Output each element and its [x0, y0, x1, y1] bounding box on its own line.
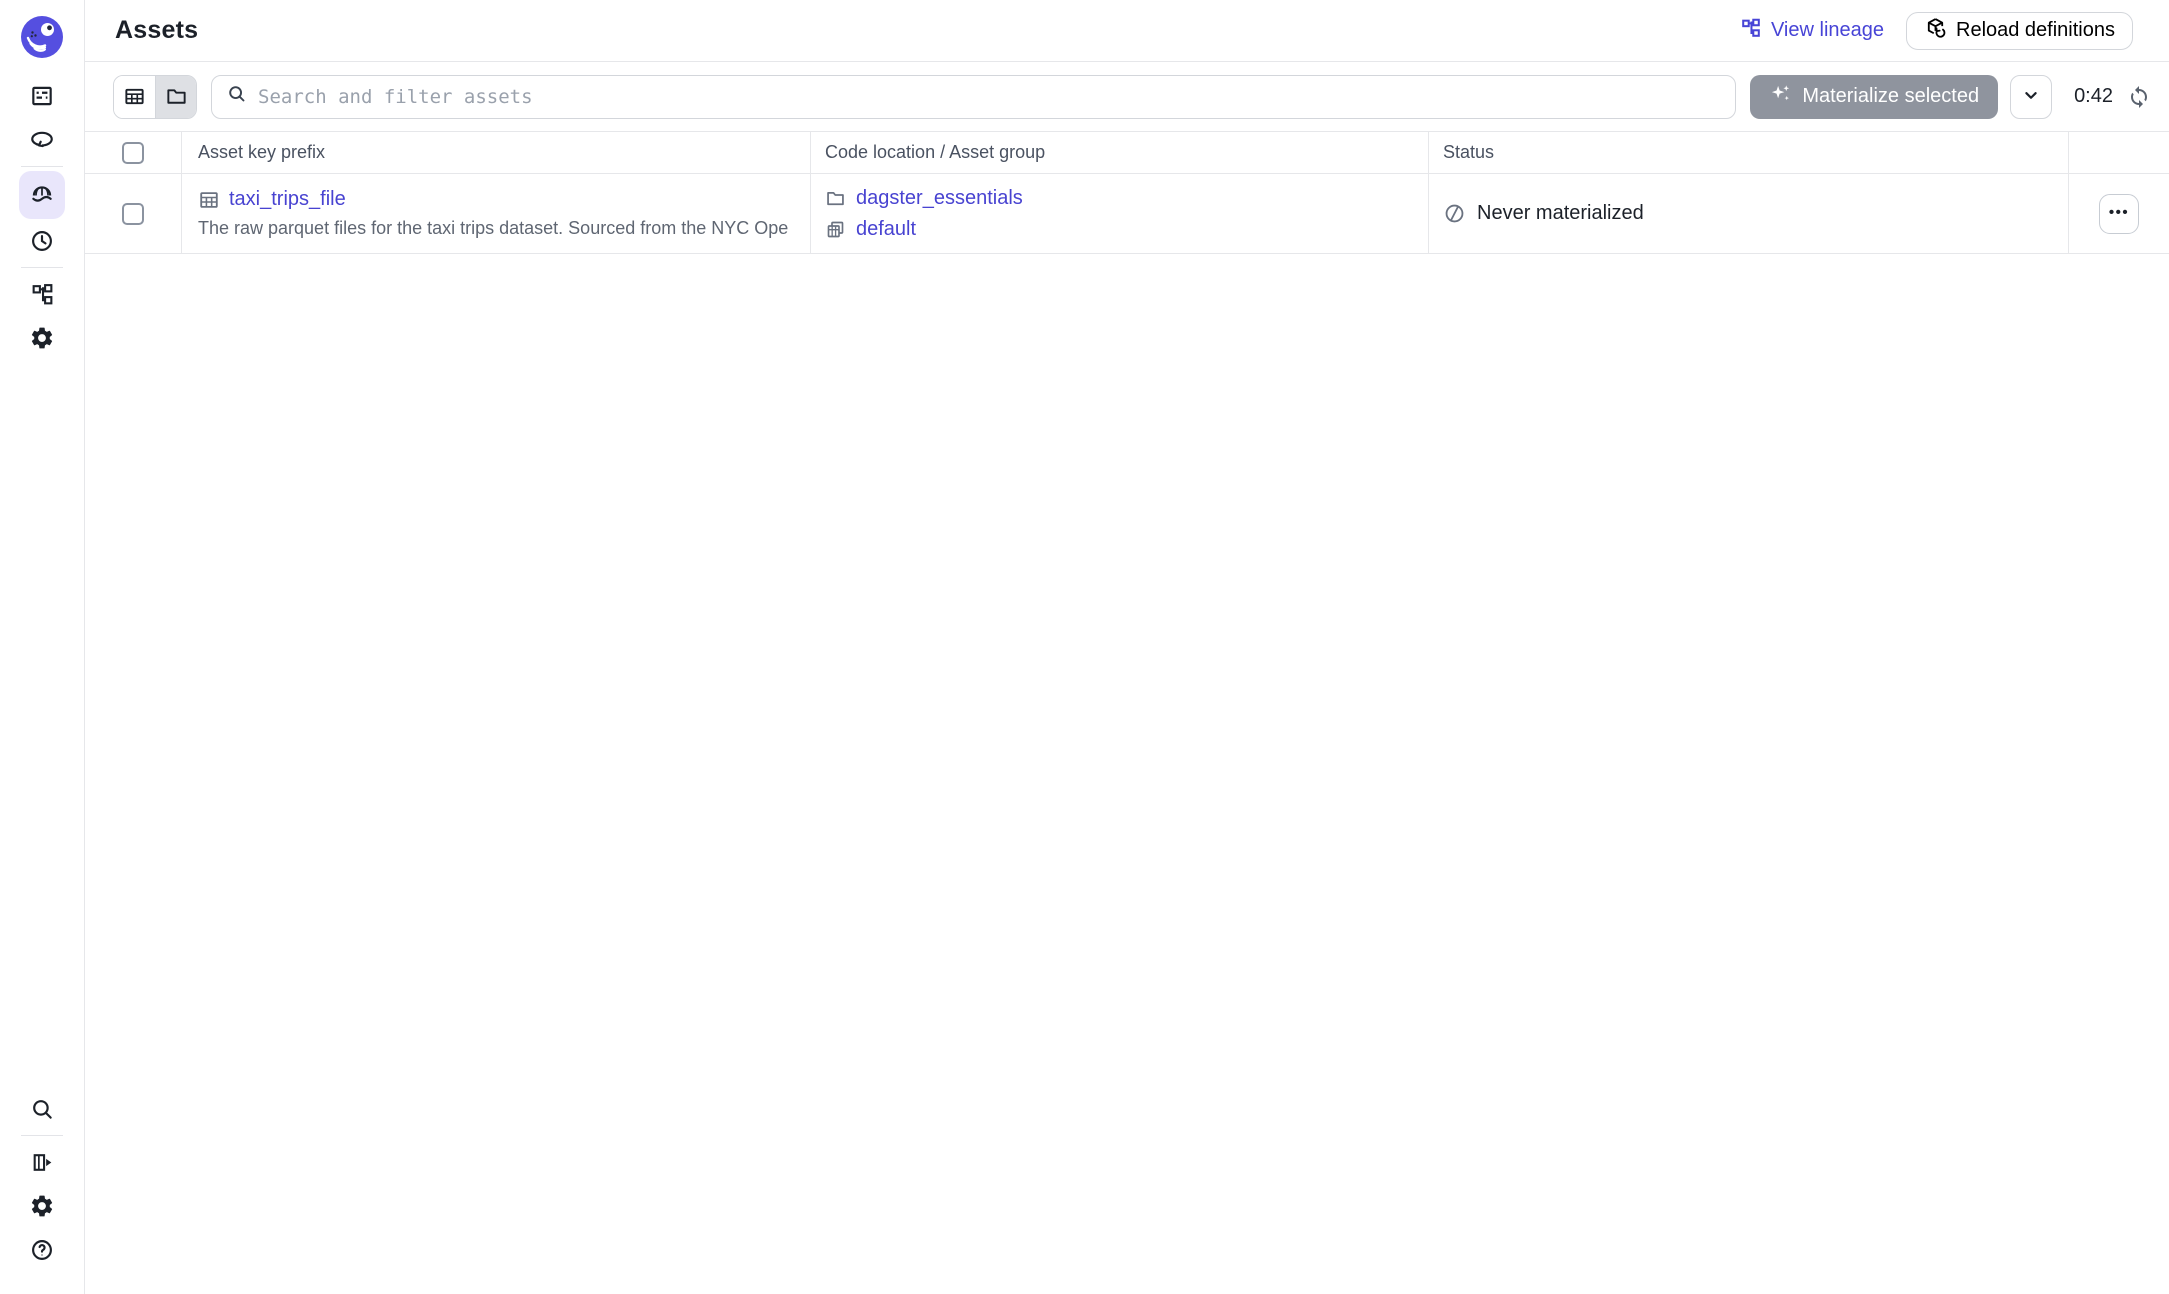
table-header-row: Asset key prefix Code location / Asset g…: [85, 132, 2169, 174]
asset-key-link[interactable]: taxi_trips_file: [229, 188, 346, 211]
table-view-icon[interactable]: [114, 76, 155, 118]
asset-table-icon: [198, 189, 220, 211]
search-input[interactable]: [258, 86, 1721, 108]
never-materialized-icon: [1443, 202, 1466, 225]
folder-icon: [825, 188, 846, 209]
assets-toolbar: Materialize selected 0:42: [85, 62, 2169, 131]
asset-description: The raw parquet files for the taxi trips…: [198, 218, 788, 239]
sidebar-divider: [21, 166, 63, 167]
sidebar-divider: [21, 267, 63, 268]
column-header-code-location: Code location / Asset group: [810, 132, 1428, 173]
overview-icon[interactable]: [19, 74, 65, 118]
materialize-options-button[interactable]: [2010, 75, 2052, 119]
settings-icon[interactable]: [19, 1184, 65, 1228]
column-header-actions: [2068, 132, 2169, 173]
assets-table: Asset key prefix Code location / Asset g…: [85, 131, 2169, 254]
table-row: taxi_trips_file The raw parquet files fo…: [85, 174, 2169, 254]
lineage-graph-icon: [1740, 17, 1762, 45]
header-checkbox-cell: [85, 132, 181, 173]
sidebar-divider: [21, 1135, 63, 1136]
view-lineage-link[interactable]: View lineage: [1740, 17, 1884, 45]
runs-icon[interactable]: [19, 118, 65, 162]
reload-definitions-button[interactable]: Reload definitions: [1906, 12, 2133, 50]
deployment-icon[interactable]: [19, 316, 65, 360]
reload-definitions-label: Reload definitions: [1956, 19, 2115, 42]
dagster-logo[interactable]: [20, 15, 64, 59]
search-container: [211, 75, 1736, 119]
sidebar: [0, 0, 85, 1294]
column-header-asset-key: Asset key prefix: [181, 132, 810, 173]
status-label: Never materialized: [1477, 202, 1644, 225]
column-header-status: Status: [1428, 132, 2068, 173]
row-checkbox[interactable]: [122, 203, 144, 225]
search-icon: [226, 83, 247, 110]
asset-group-line: default: [825, 218, 916, 241]
refresh-icon[interactable]: [2127, 85, 2151, 109]
expand-panel-icon[interactable]: [19, 1140, 65, 1184]
materialize-selected-label: Materialize selected: [1802, 85, 1979, 108]
main-content: Assets View lineage: [85, 0, 2169, 1294]
status-cell: Never materialized: [1428, 174, 2068, 253]
folder-view-icon[interactable]: [155, 76, 196, 118]
reload-definitions-icon: [1924, 16, 1947, 45]
code-location-link[interactable]: dagster_essentials: [856, 187, 1023, 210]
materialize-selected-button[interactable]: Materialize selected: [1750, 75, 1998, 119]
header-actions: View lineage Reload definitions: [1740, 12, 2133, 50]
select-all-checkbox[interactable]: [122, 142, 144, 164]
refresh-countdown: 0:42: [2074, 85, 2113, 108]
search-icon[interactable]: [19, 1087, 65, 1131]
empty-area: [85, 254, 2169, 1294]
code-location-cell: dagster_essentials default: [810, 174, 1428, 253]
row-actions-cell: •••: [2068, 174, 2169, 253]
lineage-icon[interactable]: [19, 272, 65, 316]
sparkle-icon: [1769, 82, 1792, 111]
schedules-icon[interactable]: [19, 219, 65, 263]
view-toggle-group: [113, 75, 197, 119]
chevron-down-icon: [2020, 84, 2042, 109]
page-header: Assets View lineage: [85, 0, 2169, 62]
help-icon[interactable]: [19, 1228, 65, 1272]
asset-group-icon: [825, 219, 846, 240]
asset-key-line: taxi_trips_file: [198, 188, 346, 211]
asset-key-cell: taxi_trips_file The raw parquet files fo…: [181, 174, 810, 253]
page-title: Assets: [115, 16, 198, 45]
row-checkbox-cell: [85, 174, 181, 253]
view-lineage-label: View lineage: [1771, 19, 1884, 42]
asset-group-link[interactable]: default: [856, 218, 916, 241]
row-menu-button[interactable]: •••: [2099, 194, 2139, 234]
app-root: Assets View lineage: [0, 0, 2169, 1294]
assets-icon[interactable]: [19, 171, 65, 219]
code-location-line: dagster_essentials: [825, 187, 1023, 210]
